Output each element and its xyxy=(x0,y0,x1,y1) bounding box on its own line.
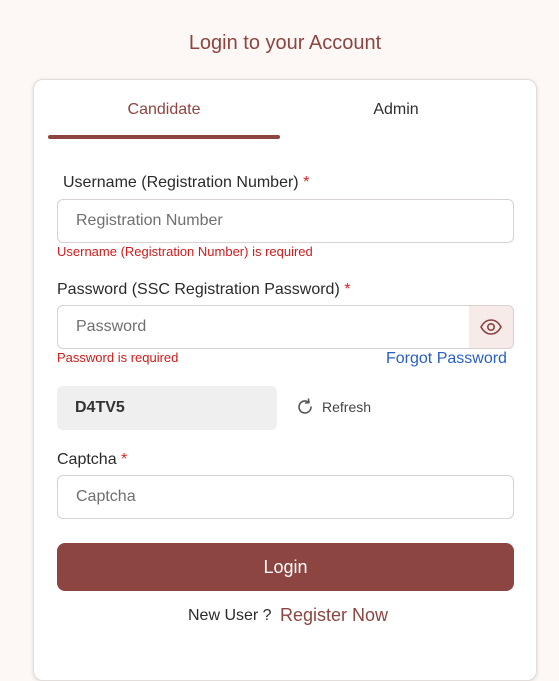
captcha-label: Captcha * xyxy=(57,451,127,469)
username-label-text: Username (Registration Number) xyxy=(63,174,299,191)
refresh-captcha-button[interactable]: Refresh xyxy=(296,398,371,416)
username-label: Username (Registration Number) * xyxy=(63,174,309,192)
captcha-label-text: Captcha xyxy=(57,451,117,468)
login-button[interactable]: Login xyxy=(57,543,514,591)
password-label-text: Password (SSC Registration Password) xyxy=(57,281,340,298)
password-required-mark: * xyxy=(344,281,351,298)
password-input[interactable] xyxy=(57,305,470,349)
tab-bar: Candidate Admin xyxy=(48,80,512,140)
toggle-password-visibility-button[interactable] xyxy=(469,305,514,349)
captcha-code: D4TV5 xyxy=(57,386,277,430)
password-label: Password (SSC Registration Password) * xyxy=(57,281,350,299)
register-now-link[interactable]: Register Now xyxy=(280,605,388,626)
refresh-icon xyxy=(298,398,312,414)
eye-icon xyxy=(480,319,502,335)
captcha-required-mark: * xyxy=(121,451,128,468)
tab-candidate[interactable]: Candidate xyxy=(48,80,280,140)
username-input[interactable] xyxy=(57,199,514,243)
forgot-password-link[interactable]: Forgot Password xyxy=(386,350,507,368)
page-title: Login to your Account xyxy=(188,32,382,54)
captcha-input[interactable] xyxy=(57,475,514,519)
login-card: Candidate Admin Username (Registration N… xyxy=(33,79,537,681)
active-tab-indicator xyxy=(48,135,280,139)
refresh-label: Refresh xyxy=(322,399,372,415)
new-user-text: New User ? xyxy=(188,607,272,624)
tab-admin[interactable]: Admin xyxy=(280,80,512,140)
password-error: Password is required xyxy=(57,350,179,365)
username-error: Username (Registration Number) is requir… xyxy=(57,244,313,259)
username-required-mark: * xyxy=(303,174,310,191)
